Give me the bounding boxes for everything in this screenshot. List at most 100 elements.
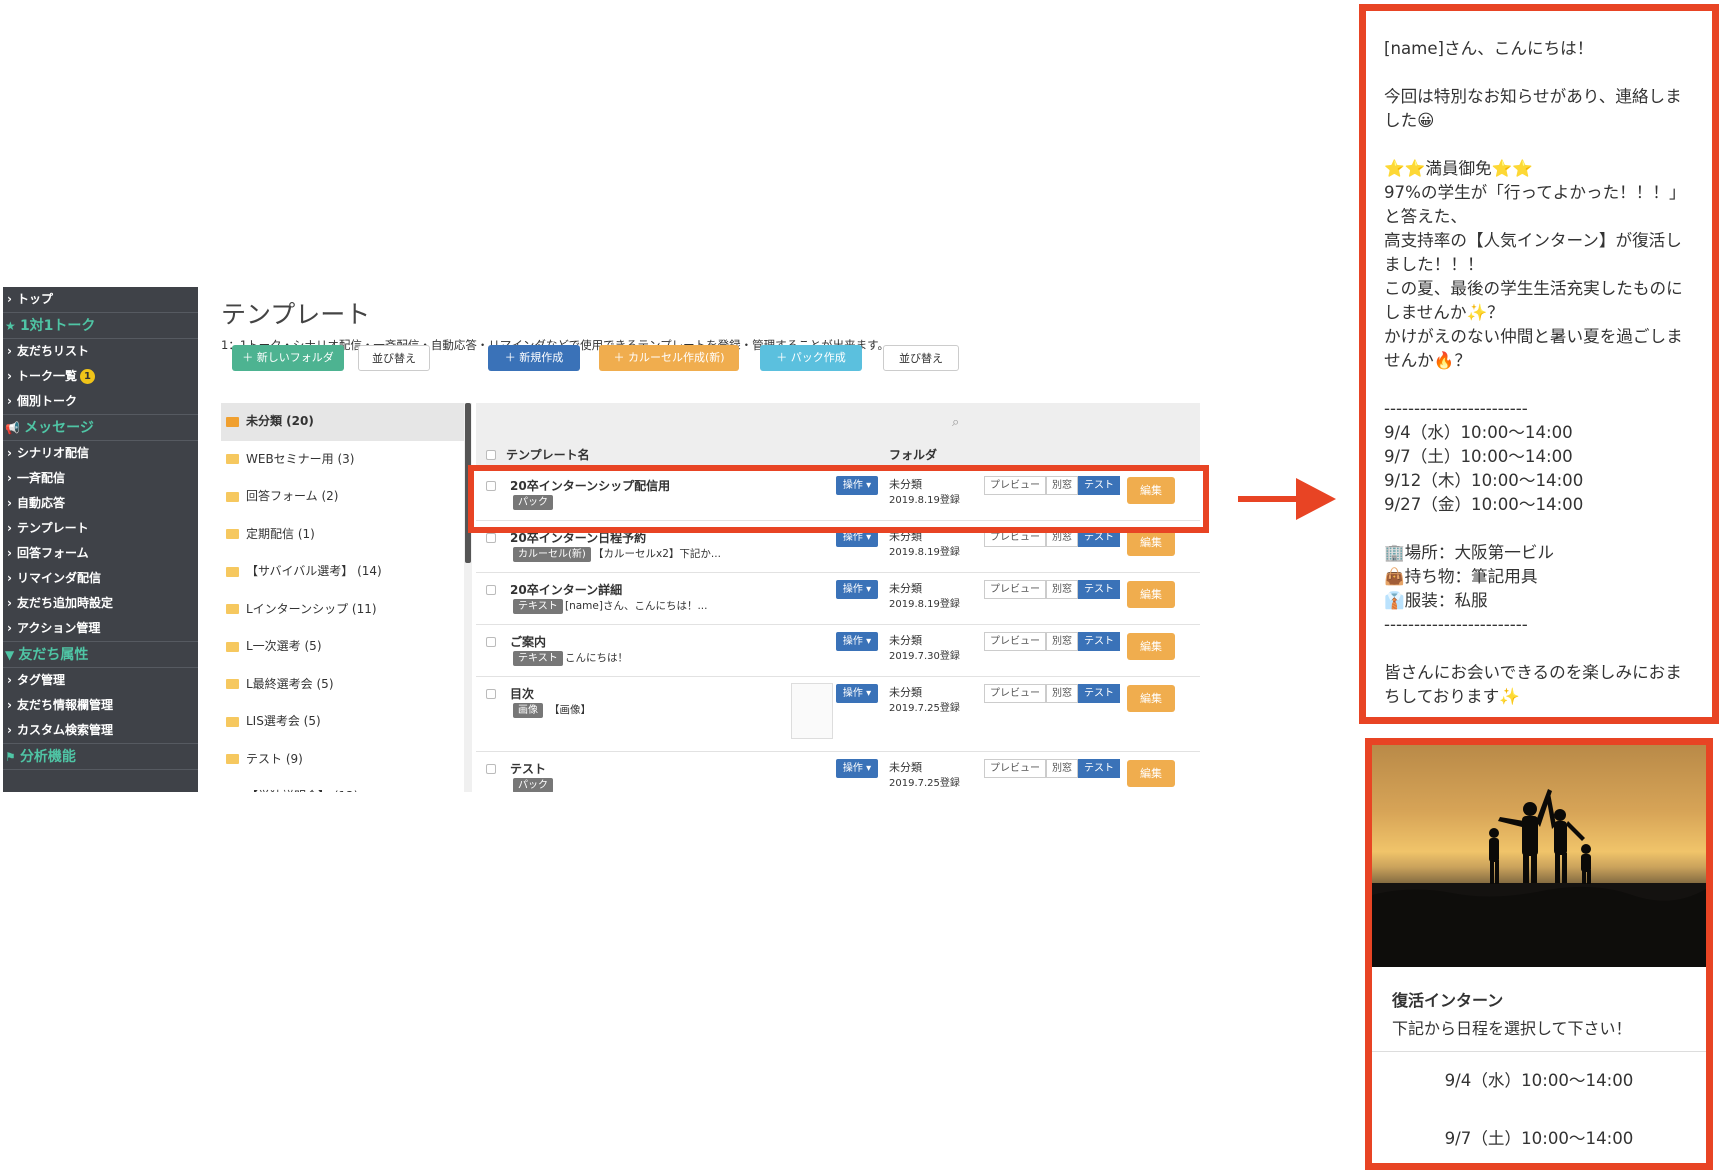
sidebar-item-label: タグ管理	[17, 673, 66, 687]
folder-item[interactable]: 未分類 (20)	[221, 403, 464, 441]
operations-dropdown[interactable]: 操作 ▾	[836, 684, 878, 703]
search-icon[interactable]: ⌕	[952, 415, 959, 430]
message-line: この夏、最後の学生生活充実したものにしませんか✨？	[1384, 279, 1683, 322]
sidebar-item-label: アクション管理	[17, 621, 101, 635]
edit-button[interactable]: 編集	[1127, 633, 1175, 660]
folder-item[interactable]: 【単独説明会】 (12)	[221, 778, 464, 792]
folder-label: WEBセミナー用 (3)	[246, 451, 355, 466]
chevron-right-icon: ›	[7, 292, 12, 306]
table-row[interactable]: 目次 画像 【画像】 操作 ▾ 未分類 2019.7.25登録 プレビュー 別窓 テスト 編集	[476, 677, 1200, 752]
pack-create-button[interactable]: ＋ パック作成	[760, 345, 862, 371]
test-button[interactable]: テスト	[1078, 632, 1120, 651]
template-name[interactable]: 目次	[510, 685, 534, 702]
preview-button[interactable]: プレビュー	[984, 580, 1046, 599]
highlight-box	[468, 465, 1209, 533]
preview-button[interactable]: プレビュー	[984, 759, 1046, 778]
sidebar-item[interactable]: › トーク一覧 1	[3, 364, 198, 389]
folder-item[interactable]: 定期配信 (1)	[221, 516, 464, 554]
sidebar-item[interactable]: › タグ管理	[3, 668, 198, 693]
folder-item[interactable]: L最終選考会 (5)	[221, 666, 464, 704]
folder-item[interactable]: テスト (9)	[221, 741, 464, 779]
template-name[interactable]: テスト	[510, 760, 546, 777]
edit-button[interactable]: 編集	[1127, 581, 1175, 608]
operations-dropdown[interactable]: 操作 ▾	[836, 632, 878, 651]
sidebar-item[interactable]: › 自動応答	[3, 491, 198, 516]
sidebar-item[interactable]: › 一斉配信	[3, 466, 198, 491]
row-checkbox[interactable]	[486, 689, 496, 699]
operations-dropdown[interactable]: 操作 ▾	[836, 759, 878, 778]
search-bar[interactable]: ⌕	[476, 403, 1200, 441]
template-thumbnail	[791, 683, 833, 739]
sidebar-item-label: メッセージ	[24, 420, 94, 436]
table-row[interactable]: テスト パック 操作 ▾ 未分類 2019.7.25登録 プレビュー 別窓 テスト 編集	[476, 752, 1200, 792]
flag-icon: ⚑	[5, 750, 20, 764]
sidebar-item-label: 友だち属性	[18, 647, 89, 663]
sidebar-item[interactable]: › 友だち情報欄管理	[3, 693, 198, 718]
message-line: 🏢場所：大阪第一ビル	[1384, 543, 1555, 562]
sort-templates-button[interactable]: 並び替え	[883, 345, 959, 371]
edit-button[interactable]: 編集	[1127, 529, 1175, 556]
message-line: かけがえのない仲間と暑い夏を過ごしませんか🔥？	[1384, 327, 1683, 370]
preview-button[interactable]: プレビュー	[984, 684, 1046, 703]
sort-folders-button[interactable]: 並び替え	[358, 345, 430, 371]
template-snippet: 【画像】	[549, 704, 591, 716]
sidebar-item[interactable]: › トップ	[3, 287, 198, 312]
template-name[interactable]: ご案内	[510, 633, 546, 650]
sidebar-section[interactable]: ⚑ 分析機能	[3, 743, 198, 770]
folder-item[interactable]: WEBセミナー用 (3)	[221, 441, 464, 479]
open-window-button[interactable]: 別窓	[1046, 632, 1078, 651]
preview-button[interactable]: プレビュー	[984, 632, 1046, 651]
registered-date: 2019.8.19登録	[889, 599, 960, 610]
folder-item[interactable]: 【サバイバル選考】 (14)	[221, 553, 464, 591]
star-icon: ★	[5, 319, 20, 333]
open-window-button[interactable]: 別窓	[1046, 580, 1078, 599]
table-row[interactable]: 20卒インターン詳細 テキスト [name]さん、こんにちは！... 操作 ▾ 未分類 2…	[476, 573, 1200, 625]
sidebar-item[interactable]: › 友だち追加時設定	[3, 591, 198, 616]
template-name[interactable]: 20卒インターン詳細	[510, 581, 622, 598]
page-title: テンプレート	[221, 300, 371, 329]
row-checkbox[interactable]	[486, 533, 496, 543]
test-button[interactable]: テスト	[1078, 684, 1120, 703]
card-option-button[interactable]: 9/7（土）10:00〜14:00	[1372, 1110, 1706, 1163]
sidebar-item[interactable]: › シナリオ配信	[3, 441, 198, 466]
open-window-button[interactable]: 別窓	[1046, 684, 1078, 703]
folder-scrollbar[interactable]	[464, 403, 472, 792]
open-window-button[interactable]: 別窓	[1046, 759, 1078, 778]
message-line: 👜持ち物：筆記用具	[1384, 567, 1538, 586]
chevron-right-icon: ›	[7, 521, 12, 535]
card-option-button[interactable]: 9/4（水）10:00〜14:00	[1372, 1052, 1706, 1110]
folder-item[interactable]: LIS選考会 (5)	[221, 703, 464, 741]
new-template-button[interactable]: ＋ 新規作成	[488, 345, 580, 371]
operations-dropdown[interactable]: 操作 ▾	[836, 580, 878, 599]
sidebar-item-label: 分析機能	[19, 749, 76, 765]
edit-button[interactable]: 編集	[1127, 760, 1175, 787]
row-checkbox[interactable]	[486, 764, 496, 774]
test-button[interactable]: テスト	[1078, 759, 1120, 778]
sidebar-item[interactable]: › カスタム検索管理	[3, 718, 198, 743]
row-checkbox[interactable]	[486, 585, 496, 595]
template-type-tag: テキスト	[513, 599, 563, 614]
row-checkbox[interactable]	[486, 637, 496, 647]
folder-cell: 未分類 2019.7.30登録	[889, 633, 960, 665]
sidebar-item[interactable]: › 友だちリスト	[3, 339, 198, 364]
new-folder-button[interactable]: ＋ 新しいフォルダ	[232, 345, 344, 371]
carousel-create-button[interactable]: ＋ カルーセル作成(新)	[599, 345, 739, 371]
sidebar-section[interactable]: ★ 1対1トーク	[3, 312, 198, 339]
sidebar-item[interactable]: › アクション管理	[3, 616, 198, 641]
sidebar-item[interactable]: › リマインダ配信	[3, 566, 198, 591]
select-all-checkbox[interactable]	[486, 450, 496, 460]
folder-icon	[226, 416, 239, 427]
edit-button[interactable]: 編集	[1127, 685, 1175, 712]
folder-item[interactable]: 回答フォーム (2)	[221, 478, 464, 516]
folder-item[interactable]: Lインターンシップ (11)	[221, 591, 464, 629]
test-button[interactable]: テスト	[1078, 580, 1120, 599]
sidebar-section[interactable]: ▼ 友だち属性	[3, 641, 198, 668]
sidebar-section[interactable]: 📢 メッセージ	[3, 414, 198, 441]
sidebar-item[interactable]: › 個別トーク	[3, 389, 198, 414]
folder-item[interactable]: L一次選考 (5)	[221, 628, 464, 666]
folder-label: 未分類 (20)	[246, 414, 314, 428]
sidebar-item[interactable]: › テンプレート	[3, 516, 198, 541]
template-type-tag: 画像	[513, 703, 543, 718]
table-row[interactable]: ご案内 テキスト こんにちは！ 操作 ▾ 未分類 2019.7.30登録 プレビュー 別窓 テス…	[476, 625, 1200, 677]
sidebar-item[interactable]: › 回答フォーム	[3, 541, 198, 566]
